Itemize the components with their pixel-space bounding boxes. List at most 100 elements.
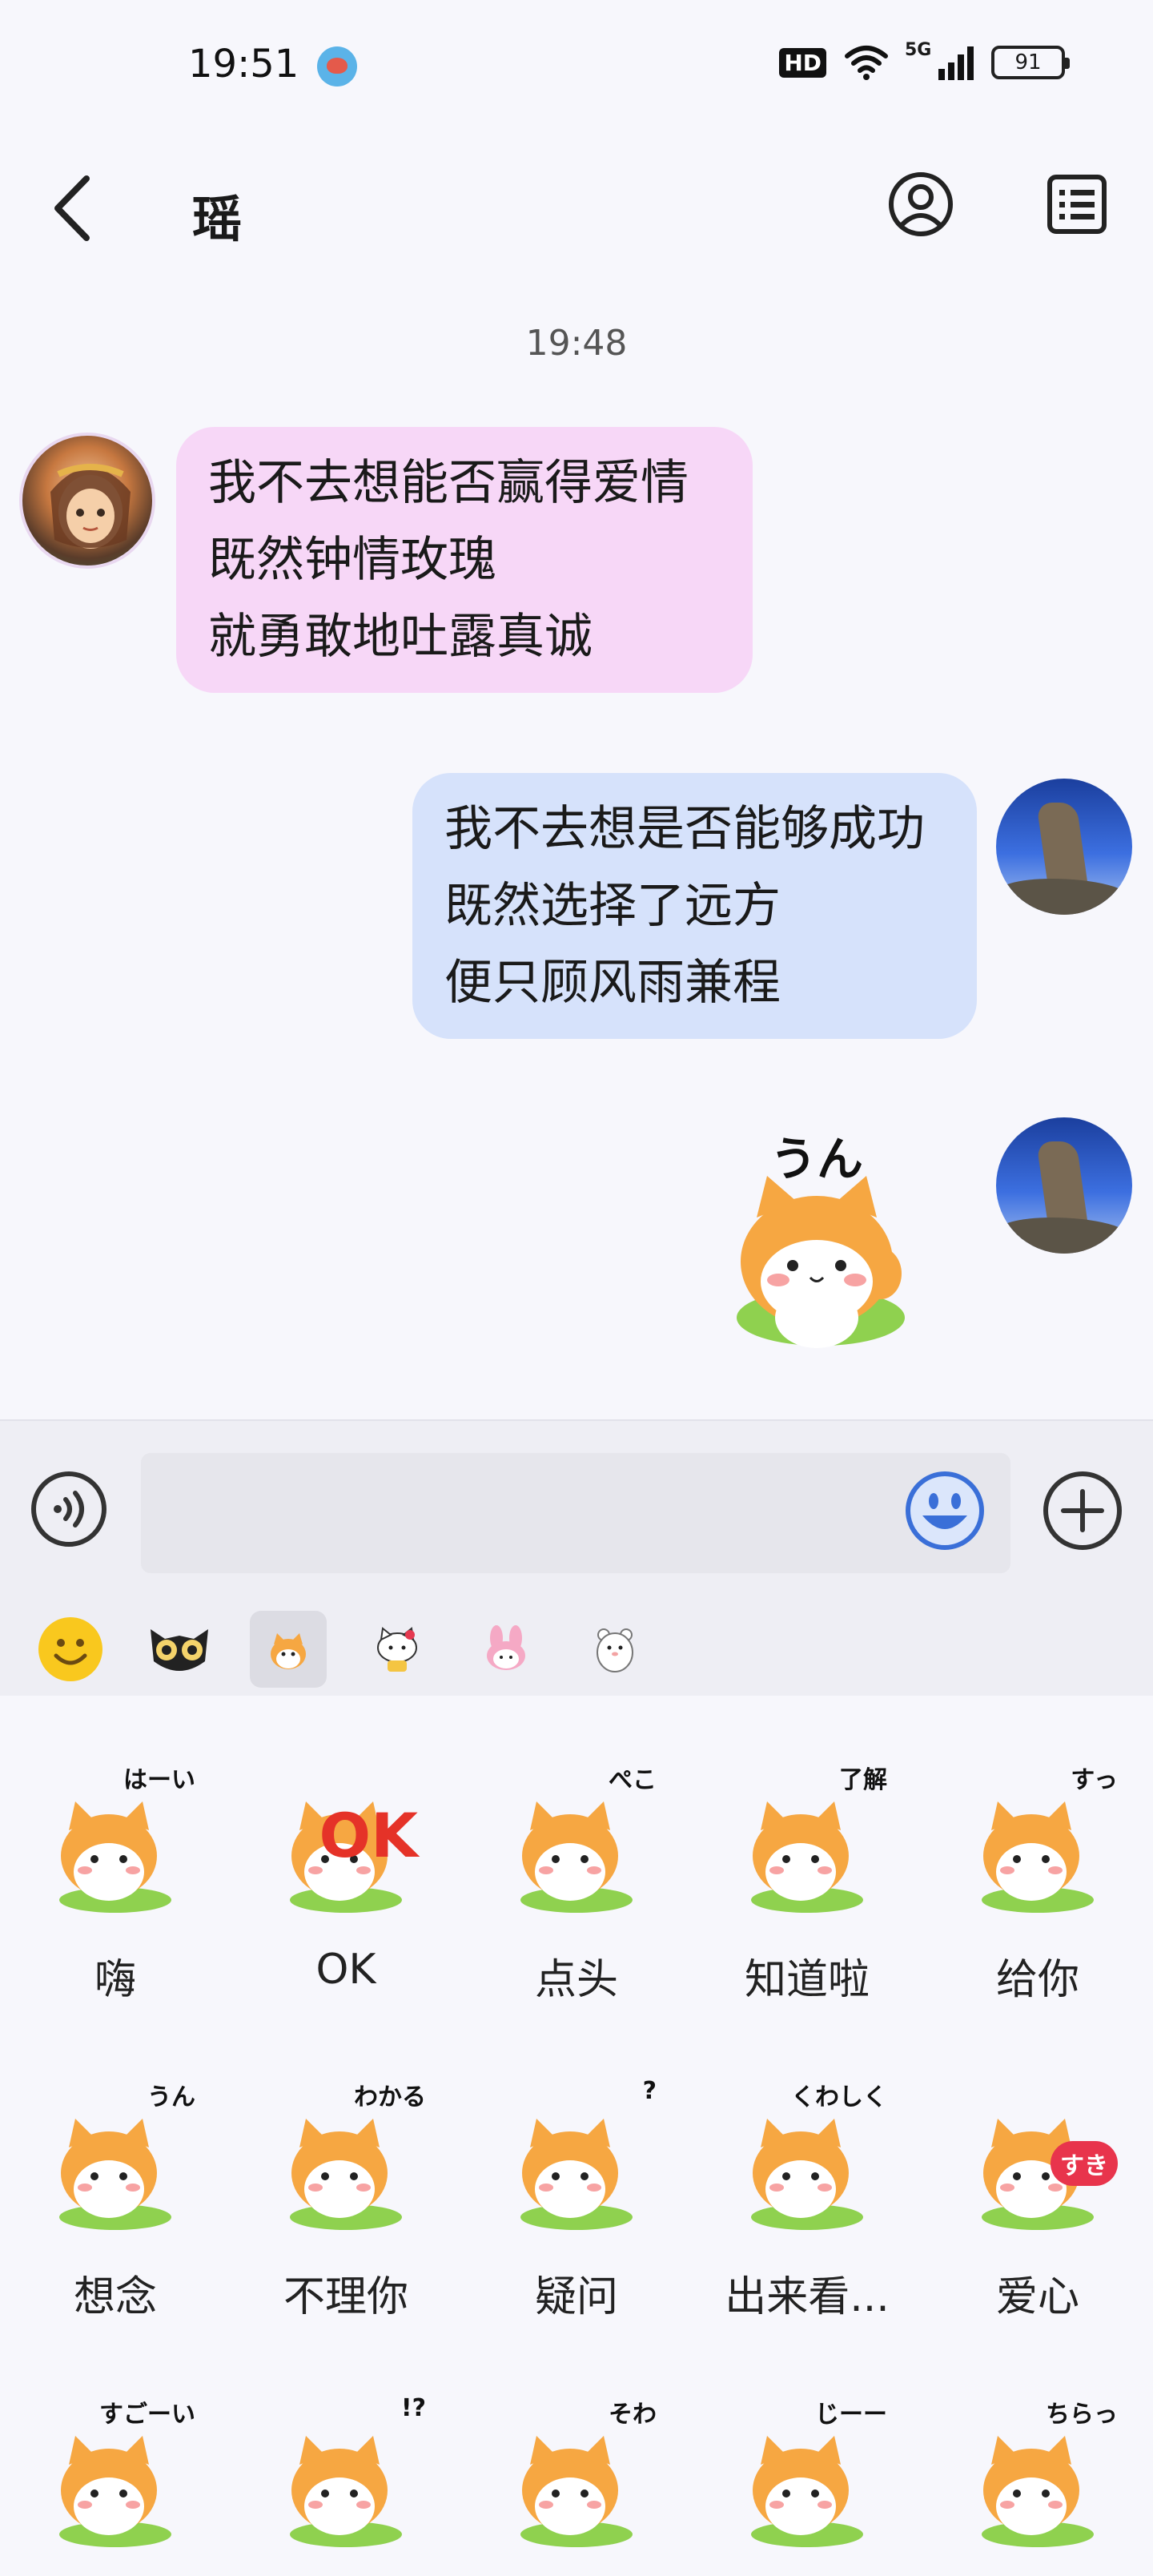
back-button[interactable] — [40, 168, 104, 248]
sticker-caption: じーー — [815, 2401, 887, 2429]
sent-sticker[interactable]: うん — [721, 1121, 921, 1362]
network-type: 5G — [905, 40, 932, 60]
emoji-button-icon[interactable] — [903, 1469, 986, 1552]
sent-message-bubble[interactable]: 我不去想是否能够成功 既然选择了远方 便只顾风雨兼程 — [412, 773, 977, 1039]
shiba-sticker-icon: !? — [266, 2394, 426, 2554]
sticker-label: 疑问 — [534, 2273, 618, 2321]
sticker-item[interactable]: はーい嗨 — [0, 1696, 231, 2012]
shiba-sticker-icon: ちらっ — [958, 2394, 1118, 2554]
sticker-label: 出来看... — [725, 2273, 890, 2321]
shiba-sticker-icon: じーー — [727, 2394, 887, 2554]
owl-tab[interactable] — [125, 1601, 234, 1697]
status-time: 19:51 — [188, 42, 299, 87]
sticker-label: 点头 — [534, 1956, 618, 2004]
sticker-caption: そわ — [609, 2401, 657, 2429]
message-line: 我不去想是否能够成功 — [444, 801, 925, 857]
sticker-item[interactable]: すき爱心 — [922, 2013, 1153, 2329]
sticker-item[interactable]: ちらっ小呗 — [922, 2330, 1153, 2576]
status-bar: 19:51 HD 5G 91 — [0, 0, 1153, 132]
shiba-sticker-icon: うん — [35, 2077, 195, 2237]
message-composer — [0, 1419, 1153, 1696]
battery-icon: 91 — [991, 46, 1070, 79]
status-indicators: HD 5G 91 — [779, 40, 1070, 80]
menu-list-icon — [1047, 175, 1107, 234]
hello-kitty-tab[interactable] — [343, 1601, 452, 1697]
sticker-grid: はーい嗨 OK OK ぺこ 点头 了解 知道啦 すっ 给你 うん 想念 わかる 不理你? 疑问 くわしく 出来… — [0, 1696, 1153, 2576]
my-melody-tab[interactable] — [452, 1601, 560, 1697]
emoji-tab[interactable] — [16, 1601, 125, 1697]
shiba-sticker-art — [741, 1176, 902, 1348]
message-line: 既然选择了远方 — [444, 878, 781, 934]
sticker-label: 爱心 — [995, 2273, 1079, 2321]
shiba-sticker-icon: すごーい — [35, 2394, 195, 2554]
sticker-caption: すごーい — [99, 2401, 195, 2429]
profile-button[interactable] — [885, 164, 957, 244]
sticker-label: 知道啦 — [744, 1956, 870, 2004]
shiba-tab[interactable] — [234, 1601, 343, 1697]
sticker-caption: わかる — [354, 2083, 426, 2111]
hamster-tab[interactable] — [560, 1601, 669, 1697]
message-input[interactable] — [141, 1453, 1010, 1573]
sticker-item[interactable]: ぺこ点头 — [461, 1696, 692, 2012]
sticker-item[interactable]: !?惊吓 — [231, 2330, 461, 2576]
signal-icon: 5G — [905, 40, 974, 80]
sticker-caption: !? — [400, 2394, 426, 2422]
owl-icon — [151, 1629, 208, 1671]
shiba-sticker-icon: 了解 — [727, 1760, 887, 1920]
message-line: 便只顾风雨兼程 — [444, 955, 781, 1011]
sticker-label: OK — [315, 1946, 376, 1994]
sticker-caption: ぺこ — [609, 1766, 657, 1794]
shiba-sticker-icon: はーい — [35, 1760, 195, 1920]
sticker-item[interactable]: すごーい好喜欢 — [0, 2330, 231, 2576]
sticker-item[interactable]: じーー无聊 — [692, 2330, 922, 2576]
wifi-icon — [845, 46, 888, 80]
received-message-bubble[interactable]: 我不去想能否赢得爱情 既然钟情玫瑰 就勇敢地吐露真诚 — [176, 427, 753, 693]
sticker-caption: はーい — [123, 1766, 195, 1794]
back-arrow-icon — [54, 175, 90, 241]
sticker-item[interactable]: うん 想念 — [0, 2013, 231, 2329]
shiba-sticker-icon: わかる — [266, 2077, 426, 2237]
message-line: 就勇敢地吐露真诚 — [208, 609, 593, 665]
sticker-item[interactable]: ? 疑问 — [461, 2013, 692, 2329]
sticker-item[interactable]: OK OK — [231, 1696, 461, 2012]
smiley-icon — [38, 1617, 102, 1681]
sticker-caption: うん — [147, 2083, 195, 2111]
contact-avatar[interactable] — [19, 433, 155, 569]
sticker-item[interactable]: そわ调皮 — [461, 2330, 692, 2576]
sticker-item[interactable]: 了解知道啦 — [692, 1696, 922, 2012]
message-line: 既然钟情玫瑰 — [208, 532, 496, 588]
shiba-sticker-icon: ぺこ — [496, 1760, 657, 1920]
sticker-label: 给你 — [995, 1956, 1079, 2004]
profile-icon — [889, 172, 953, 236]
sticker-label: 嗨 — [94, 1956, 136, 2004]
shiba-sticker-icon: くわしく — [727, 2077, 887, 2237]
hamster-icon — [597, 1628, 633, 1672]
sticker-caption: ちらっ — [1046, 2401, 1118, 2429]
sticker-caption: ? — [642, 2077, 657, 2105]
shiba-sticker-icon: OK — [266, 1760, 426, 1920]
notification-app-icon — [317, 46, 357, 87]
contact-name: 瑶 — [192, 190, 243, 248]
kitty-icon — [377, 1627, 417, 1672]
add-attachment-icon[interactable] — [1041, 1469, 1124, 1552]
sticker-caption: すき — [1051, 2141, 1118, 2186]
chat-header: 瑶 — [0, 132, 1153, 284]
shiba-sticker-icon: すき — [958, 2077, 1118, 2237]
shiba-sticker-icon: そわ — [496, 2394, 657, 2554]
sticker-pack-tabs — [0, 1601, 1153, 1697]
my-avatar[interactable] — [996, 1117, 1132, 1254]
battery-level: 91 — [1014, 50, 1042, 74]
sticker-caption: くわしく — [791, 2083, 887, 2111]
sticker-caption: 了解 — [839, 1766, 887, 1794]
message-line: 我不去想能否赢得爱情 — [208, 455, 689, 511]
sticker-item[interactable]: すっ给你 — [922, 1696, 1153, 2012]
sticker-item[interactable]: わかる不理你 — [231, 2013, 461, 2329]
sticker-label: 不理你 — [283, 2273, 408, 2321]
sticker-item[interactable]: くわしく出来看... — [692, 2013, 922, 2329]
sticker-caption: すっ — [1071, 1766, 1118, 1794]
sticker-caption: OK — [319, 1800, 419, 1871]
voice-input-icon[interactable] — [29, 1469, 109, 1549]
my-avatar[interactable] — [996, 779, 1132, 915]
chat-menu-button[interactable] — [1041, 164, 1113, 244]
character-avatar-art — [50, 464, 131, 549]
